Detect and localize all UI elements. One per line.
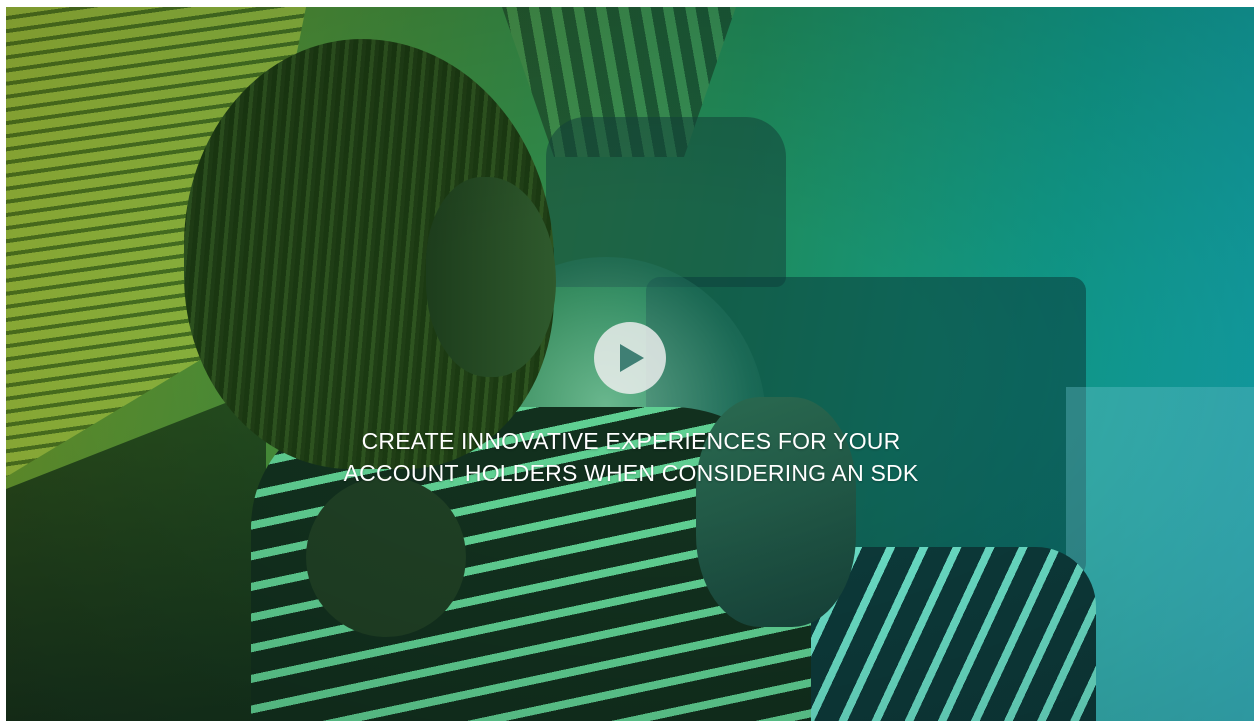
headline-line-2: ACCOUNT HOLDERS WHEN CONSIDERING AN SDK xyxy=(343,460,919,486)
play-icon xyxy=(620,344,644,372)
video-player[interactable]: CREATE INNOVATIVE EXPERIENCES FOR YOUR A… xyxy=(6,7,1254,721)
video-headline: CREATE INNOVATIVE EXPERIENCES FOR YOUR A… xyxy=(156,425,1106,489)
headline-line-1: CREATE INNOVATIVE EXPERIENCES FOR YOUR xyxy=(361,428,901,454)
play-button[interactable] xyxy=(594,322,666,394)
